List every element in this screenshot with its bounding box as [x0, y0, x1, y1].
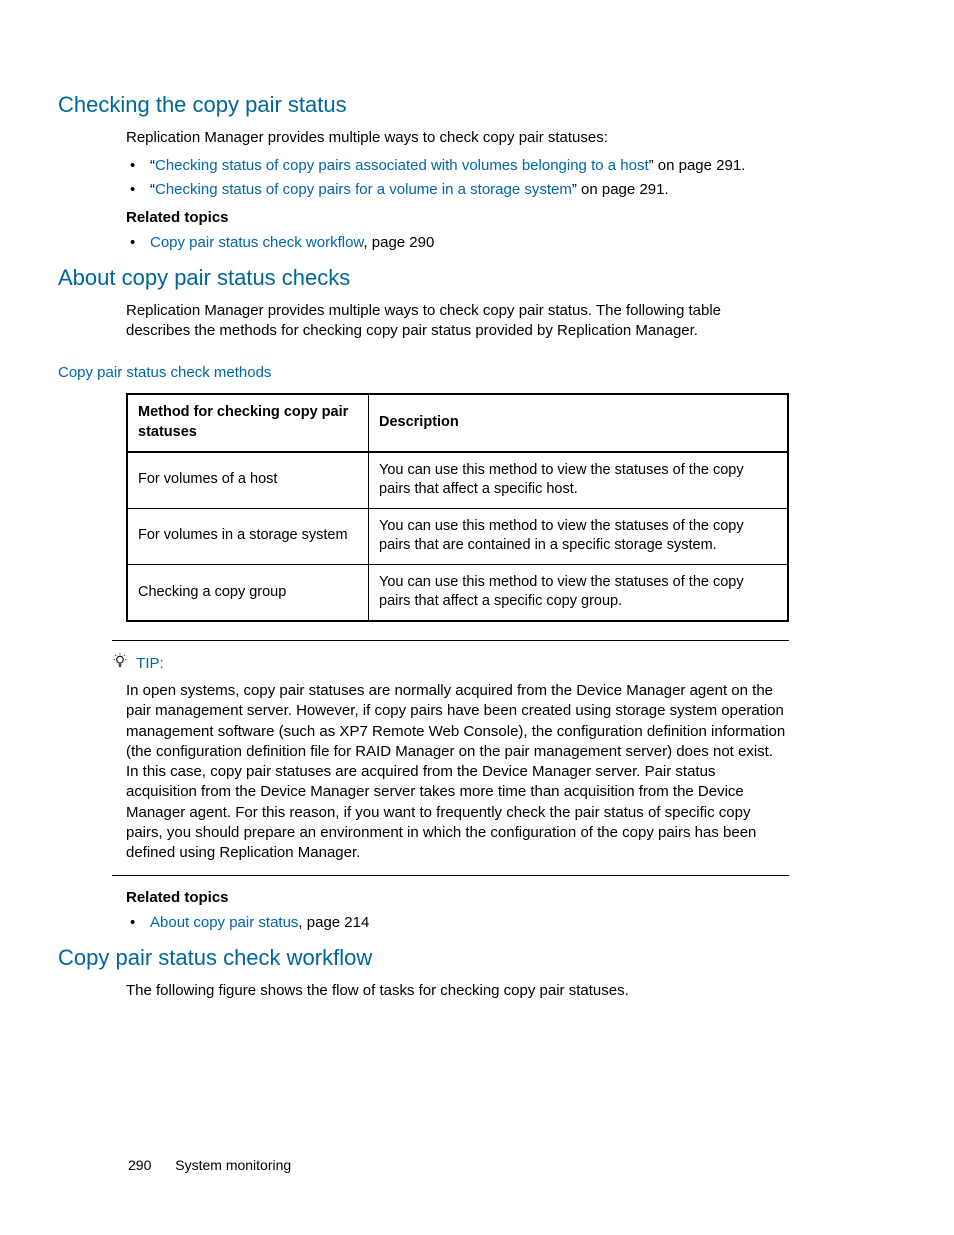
link-about-copy-pair-status[interactable]: About copy pair status	[150, 914, 298, 931]
table-row: Checking a copy group You can use this m…	[127, 564, 788, 621]
th-method: Method for checking copy pair statuses	[127, 394, 369, 451]
list-item: Copy pair status check workflow, page 29…	[126, 233, 789, 253]
tip-header: TIP:	[112, 653, 789, 675]
td-method: For volumes in a storage system	[127, 508, 369, 564]
heading-workflow: Copy pair status check workflow	[58, 943, 789, 973]
related-topics-label: Related topics	[126, 208, 789, 228]
section1-body: Replication Manager provides multiple wa…	[126, 128, 789, 253]
related-topics-label: Related topics	[126, 888, 789, 908]
section2-intro: Replication Manager provides multiple wa…	[126, 301, 789, 342]
table-row: For volumes of a host You can use this m…	[127, 452, 788, 509]
item-suffix: , page 214	[298, 914, 369, 931]
list-item: “Checking status of copy pairs for a vol…	[126, 180, 789, 200]
list-item: “Checking status of copy pairs associate…	[126, 156, 789, 176]
section1-list: “Checking status of copy pairs associate…	[126, 156, 789, 201]
item-suffix: ” on page 291.	[649, 157, 746, 174]
table-row: For volumes in a storage system You can …	[127, 508, 788, 564]
section1-intro: Replication Manager provides multiple wa…	[126, 128, 789, 148]
td-description: You can use this method to view the stat…	[369, 508, 789, 564]
page-footer: 290 System monitoring	[128, 1156, 291, 1175]
link-checking-storage[interactable]: Checking status of copy pairs for a volu…	[155, 181, 572, 198]
table-caption: Copy pair status check methods	[58, 363, 789, 383]
th-description: Description	[369, 394, 789, 451]
lightbulb-icon	[112, 653, 128, 675]
section1-related-list: Copy pair status check workflow, page 29…	[126, 233, 789, 253]
table-header-row: Method for checking copy pair statuses D…	[127, 394, 788, 451]
heading-checking-copy-pair-status: Checking the copy pair status	[58, 90, 789, 120]
tip-body: In open systems, copy pair statuses are …	[126, 681, 789, 863]
item-suffix: , page 290	[363, 234, 434, 251]
section2-body: Replication Manager provides multiple wa…	[126, 301, 789, 342]
document-page: Checking the copy pair status Replicatio…	[0, 0, 954, 1235]
td-description: You can use this method to view the stat…	[369, 452, 789, 509]
page-number: 290	[128, 1157, 151, 1173]
list-item: About copy pair status, page 214	[126, 913, 789, 933]
section3-body: The following figure shows the flow of t…	[126, 981, 789, 1001]
tip-label: TIP:	[136, 655, 164, 672]
td-method: For volumes of a host	[127, 452, 369, 509]
section2-related: Related topics About copy pair status, p…	[126, 888, 789, 933]
divider	[112, 640, 789, 641]
heading-about-status-checks: About copy pair status checks	[58, 263, 789, 293]
link-workflow[interactable]: Copy pair status check workflow	[150, 234, 363, 251]
td-method: Checking a copy group	[127, 564, 369, 621]
footer-title: System monitoring	[175, 1157, 291, 1173]
status-methods-table: Method for checking copy pair statuses D…	[126, 393, 789, 622]
td-description: You can use this method to view the stat…	[369, 564, 789, 621]
section3-intro: The following figure shows the flow of t…	[126, 981, 789, 1001]
link-checking-host[interactable]: Checking status of copy pairs associated…	[155, 157, 649, 174]
section2-related-list: About copy pair status, page 214	[126, 913, 789, 933]
item-suffix: ” on page 291.	[572, 181, 669, 198]
divider	[112, 875, 789, 876]
